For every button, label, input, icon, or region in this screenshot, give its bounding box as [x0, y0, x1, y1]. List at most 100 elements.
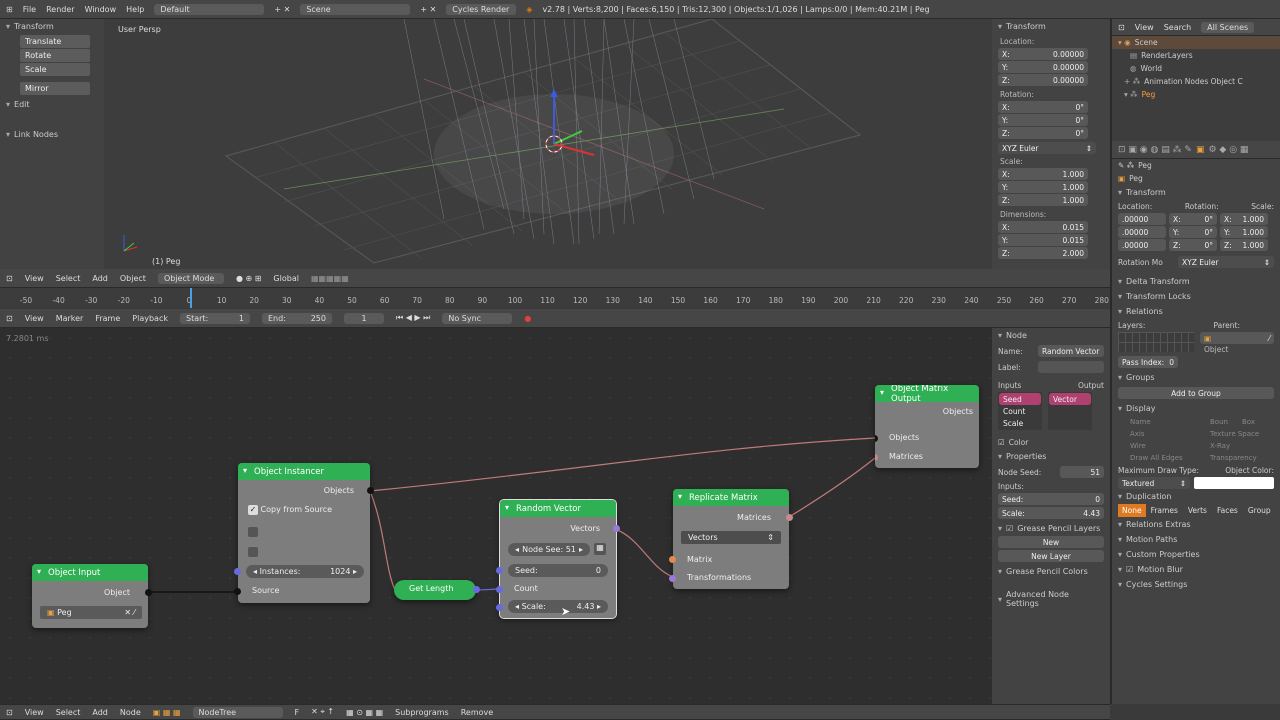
outliner-item-animation-nodes[interactable]: + ⁂ Animation Nodes Object C — [1112, 75, 1280, 88]
scale-button[interactable]: Scale — [20, 63, 90, 76]
object-name-field[interactable]: ▣ Peg — [1112, 172, 1280, 185]
display-draw-all-edges-option[interactable]: Draw All Edges — [1118, 452, 1198, 464]
mode-selector[interactable]: Object Mode — [157, 272, 224, 284]
replicate-matrix-node[interactable]: Replicate Matrix Matrices Vectors⇕ Matri… — [669, 489, 793, 589]
input-count-item[interactable]: Count — [999, 405, 1041, 417]
object-input-node[interactable]: Object Input Object ▣ Peg✕ ⁄ — [32, 564, 152, 628]
record-icon[interactable]: ● — [524, 314, 531, 323]
start-frame-field[interactable]: Start: 1 — [179, 312, 250, 324]
blender-logo-icon[interactable]: ⊞ — [6, 5, 13, 14]
layer-grid[interactable] — [1118, 332, 1194, 352]
props-scl-z[interactable]: Z: 1.000 — [1220, 239, 1268, 251]
advanced-settings-header[interactable]: Advanced Node Settings — [992, 587, 1110, 611]
outliner-menu-view[interactable]: View — [1135, 23, 1154, 32]
playback-controls[interactable]: ⏮ ◀ ▶ ⏭ — [396, 313, 430, 323]
transform-locks-header[interactable]: Transform Locks — [1112, 289, 1280, 304]
grease-pencil-layers-header[interactable]: ☑ Grease Pencil Layers — [992, 521, 1110, 536]
transform-section-header[interactable]: Transform — [0, 19, 104, 34]
menu-render[interactable]: Render — [46, 5, 74, 14]
omo-matrices-input-socket[interactable] — [875, 454, 878, 461]
sidebar-node-seed-field[interactable]: 51 — [1060, 466, 1104, 478]
outliner-editor-icon[interactable]: ⊡ — [1118, 23, 1125, 32]
node-menu-view[interactable]: View — [25, 708, 44, 717]
transformations-input-socket[interactable] — [669, 575, 676, 582]
display-header[interactable]: Display — [1112, 401, 1280, 416]
properties-header[interactable]: Properties — [992, 449, 1110, 464]
location-y-field[interactable]: Y: 0.00000 — [998, 61, 1088, 73]
node-menu-add[interactable]: Add — [92, 708, 108, 717]
props-loc-y[interactable]: .00000 — [1118, 226, 1166, 238]
pass-index-field[interactable]: Pass Index: 0 — [1118, 356, 1178, 368]
dimension-x-field[interactable]: X: 0.015 — [998, 221, 1088, 233]
rotation-x-field[interactable]: X: 0° — [998, 101, 1088, 113]
add-layout-icon[interactable]: + ✕ — [274, 5, 290, 14]
tree-type-icons[interactable]: ▣ ▦ ▦ — [153, 708, 181, 717]
timeline-menu-frame[interactable]: Frame — [95, 314, 120, 323]
current-frame-field[interactable]: 1 — [343, 312, 384, 324]
replicate-matrix-title[interactable]: Replicate Matrix — [673, 489, 789, 506]
duplication-header[interactable]: Duplication — [1112, 489, 1280, 504]
color-toggle[interactable]: ☑ Color — [992, 436, 1110, 449]
layer-buttons[interactable]: ▦▦▦▦▦ — [311, 274, 349, 283]
sidebar-seed-field[interactable]: Seed: 0 — [998, 493, 1104, 505]
randomize-seed-icon[interactable]: ▦ — [594, 543, 606, 555]
matrix-input-socket[interactable] — [669, 556, 676, 563]
object-color-swatch[interactable] — [1194, 477, 1274, 489]
3d-viewport[interactable]: User Persp (1) Peg — [104, 19, 992, 269]
viewport-menu-object[interactable]: Object — [120, 274, 146, 283]
rotation-y-field[interactable]: Y: 0° — [998, 114, 1088, 126]
properties-tabs[interactable]: ⊡ ▣ ◉ ◍ ▤ ⁂ ✎ ▣ ⚙ ◆ ◎ ▦ — [1112, 141, 1280, 159]
outliner-display-mode[interactable]: All Scenes — [1201, 21, 1255, 33]
dup-none-button[interactable]: None — [1118, 504, 1146, 517]
motion-paths-header[interactable]: Motion Paths — [1112, 532, 1280, 547]
node-menu-node[interactable]: Node — [120, 708, 141, 717]
rotation-z-field[interactable]: Z: 0° — [998, 127, 1088, 139]
outliner-menu-search[interactable]: Search — [1164, 23, 1191, 32]
instances-input-socket[interactable] — [234, 568, 241, 575]
display-axis-option[interactable]: Axis — [1118, 428, 1198, 440]
replicate-mode-select[interactable]: Vectors ⇕ — [681, 531, 781, 544]
matrices-output-socket[interactable] — [786, 514, 793, 521]
node-tree-tools[interactable]: ✕ ⌖ ↑ — [311, 707, 334, 717]
properties-transform-header[interactable]: Transform — [1112, 185, 1280, 200]
outliner-item-scene[interactable]: ▾ ◉ Scene — [1112, 36, 1280, 49]
render-engine-selector[interactable]: Cycles Render — [446, 3, 517, 15]
props-rot-x[interactable]: X: 0° — [1169, 213, 1217, 225]
dup-faces-button[interactable]: Faces — [1212, 504, 1243, 517]
count-input-socket[interactable] — [496, 586, 503, 593]
menu-window[interactable]: Window — [85, 5, 117, 14]
fake-user-toggle[interactable]: F — [295, 708, 300, 717]
display-bounds-option[interactable]: Boun — [1210, 418, 1228, 426]
transform-panel-header[interactable]: Transform — [992, 19, 1110, 34]
rotation-mode-select[interactable]: XYZ Euler ⇕ — [998, 142, 1096, 154]
timeline-editor-icon[interactable]: ⊡ — [6, 314, 13, 323]
bounds-type-select[interactable]: Box — [1242, 418, 1255, 426]
grease-pencil-colors-header[interactable]: Grease Pencil Colors — [992, 564, 1110, 579]
max-draw-type-select[interactable]: Textured ⇕ — [1118, 477, 1190, 489]
rotate-button[interactable]: Rotate — [20, 49, 90, 62]
viewport-menu-add[interactable]: Add — [92, 274, 108, 283]
gp-new-button[interactable]: New — [998, 536, 1104, 548]
node-name-field[interactable]: Random Vector — [1038, 345, 1104, 357]
relations-header[interactable]: Relations — [1112, 304, 1280, 319]
timeline-menu-view[interactable]: View — [25, 314, 44, 323]
objects-output-socket[interactable] — [367, 487, 374, 494]
end-frame-field[interactable]: End: 250 — [261, 312, 332, 324]
edit-section-header[interactable]: Edit — [0, 97, 104, 112]
empty-checkbox-2[interactable] — [248, 547, 258, 557]
add-to-group-button[interactable]: Add to Group — [1118, 387, 1274, 399]
orientation-selector[interactable]: Global — [273, 274, 299, 283]
layout-selector[interactable]: Default — [154, 3, 265, 15]
outliner-item-renderlayers[interactable]: ▤ RenderLayers — [1112, 49, 1280, 62]
viewport-menu-view[interactable]: View — [25, 274, 44, 283]
object-output-socket[interactable] — [145, 589, 152, 596]
node-editor-type-icon[interactable]: ⊡ — [6, 708, 13, 717]
object-instancer-node[interactable]: Object Instancer Objects ✓ Copy from Sou… — [234, 463, 374, 603]
relations-extras-header[interactable]: Relations Extras — [1112, 517, 1280, 532]
node-menu-select[interactable]: Select — [56, 708, 81, 717]
node-tree-selector[interactable]: NodeTree — [192, 706, 283, 718]
display-name-option[interactable]: Name — [1118, 416, 1198, 428]
scale-field[interactable]: ◂ Scale: 4.43 ▸ — [508, 600, 608, 613]
empty-checkbox-1[interactable] — [248, 527, 258, 537]
outliner-item-world[interactable]: ◍ World — [1112, 62, 1280, 75]
